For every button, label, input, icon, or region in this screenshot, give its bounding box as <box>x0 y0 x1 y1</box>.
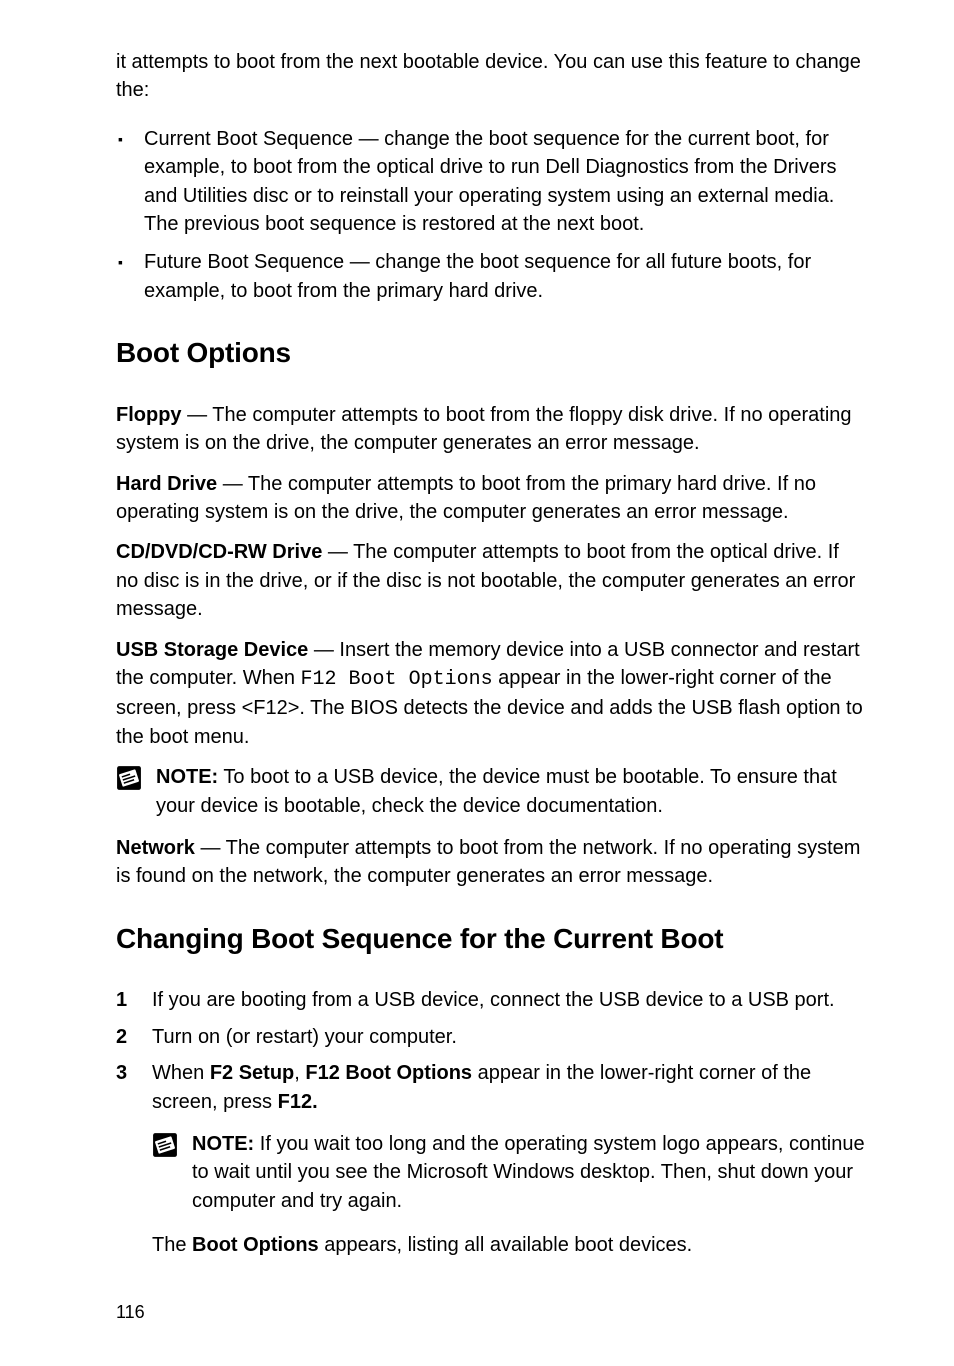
step-note-text: If you wait too long and the operating s… <box>192 1133 865 1212</box>
step-text-mid: , <box>294 1062 305 1084</box>
step-result-pre: The <box>152 1234 192 1256</box>
boot-options-heading: Boot Options <box>116 333 866 373</box>
step-number: 3 <box>116 1059 127 1087</box>
step-text: Turn on (or restart) your computer. <box>152 1026 457 1048</box>
floppy-text: — The computer attempts to boot from the… <box>116 404 852 454</box>
usb-note-text: To boot to a USB device, the device must… <box>156 766 837 816</box>
note-icon <box>152 1132 178 1158</box>
page-number: 116 <box>116 1300 145 1326</box>
step-item: 2 Turn on (or restart) your computer. <box>116 1023 866 1051</box>
step-number: 2 <box>116 1023 127 1051</box>
hard-drive-label: Hard Drive <box>116 473 217 495</box>
step-text-pre: When <box>152 1062 210 1084</box>
step-result-post: appears, listing all available boot devi… <box>319 1234 693 1256</box>
cddvd-paragraph: CD/DVD/CD-RW Drive — The computer attemp… <box>116 538 866 623</box>
note-icon <box>116 765 142 791</box>
cddvd-label: CD/DVD/CD-RW Drive <box>116 541 322 563</box>
network-text: — The computer attempts to boot from the… <box>116 837 860 887</box>
changing-boot-heading: Changing Boot Sequence for the Current B… <box>116 919 866 959</box>
floppy-paragraph: Floppy — The computer attempts to boot f… <box>116 401 866 458</box>
steps-list: 1 If you are booting from a USB device, … <box>116 986 866 1259</box>
step-bold-1: F2 Setup <box>210 1062 294 1084</box>
step-bold-2: F12 Boot Options <box>305 1062 472 1084</box>
step-item: 1 If you are booting from a USB device, … <box>116 986 866 1014</box>
step-note-text-container: NOTE: If you wait too long and the opera… <box>192 1130 866 1215</box>
usb-note-label: NOTE: <box>156 766 218 788</box>
usb-storage-paragraph: USB Storage Device — Insert the memory d… <box>116 636 866 752</box>
list-item: Current Boot Sequence — change the boot … <box>116 125 866 239</box>
step-result-text: The Boot Options appears, listing all av… <box>152 1231 866 1259</box>
network-paragraph: Network — The computer attempts to boot … <box>116 834 866 891</box>
step-note-block: NOTE: If you wait too long and the opera… <box>152 1130 866 1215</box>
list-item: Future Boot Sequence — change the boot s… <box>116 248 866 305</box>
usb-note-text-container: NOTE: To boot to a USB device, the devic… <box>156 763 866 820</box>
step-result-bold: Boot Options <box>192 1234 319 1256</box>
feature-bullet-list: Current Boot Sequence — change the boot … <box>116 125 866 305</box>
step-text: If you are booting from a USB device, co… <box>152 989 835 1011</box>
step-note-label: NOTE: <box>192 1133 254 1155</box>
hard-drive-paragraph: Hard Drive — The computer attempts to bo… <box>116 470 866 527</box>
step-item: 3 When F2 Setup, F12 Boot Options appear… <box>116 1059 866 1259</box>
floppy-label: Floppy <box>116 404 182 426</box>
network-label: Network <box>116 837 195 859</box>
intro-paragraph: it attempts to boot from the next bootab… <box>116 48 866 105</box>
hard-drive-text: — The computer attempts to boot from the… <box>116 473 816 523</box>
usb-storage-mono: F12 Boot Options <box>301 668 493 691</box>
usb-note-block: NOTE: To boot to a USB device, the devic… <box>116 763 866 820</box>
step-bold-3: F12. <box>278 1091 318 1113</box>
step-number: 1 <box>116 986 127 1014</box>
usb-storage-label: USB Storage Device <box>116 639 308 661</box>
